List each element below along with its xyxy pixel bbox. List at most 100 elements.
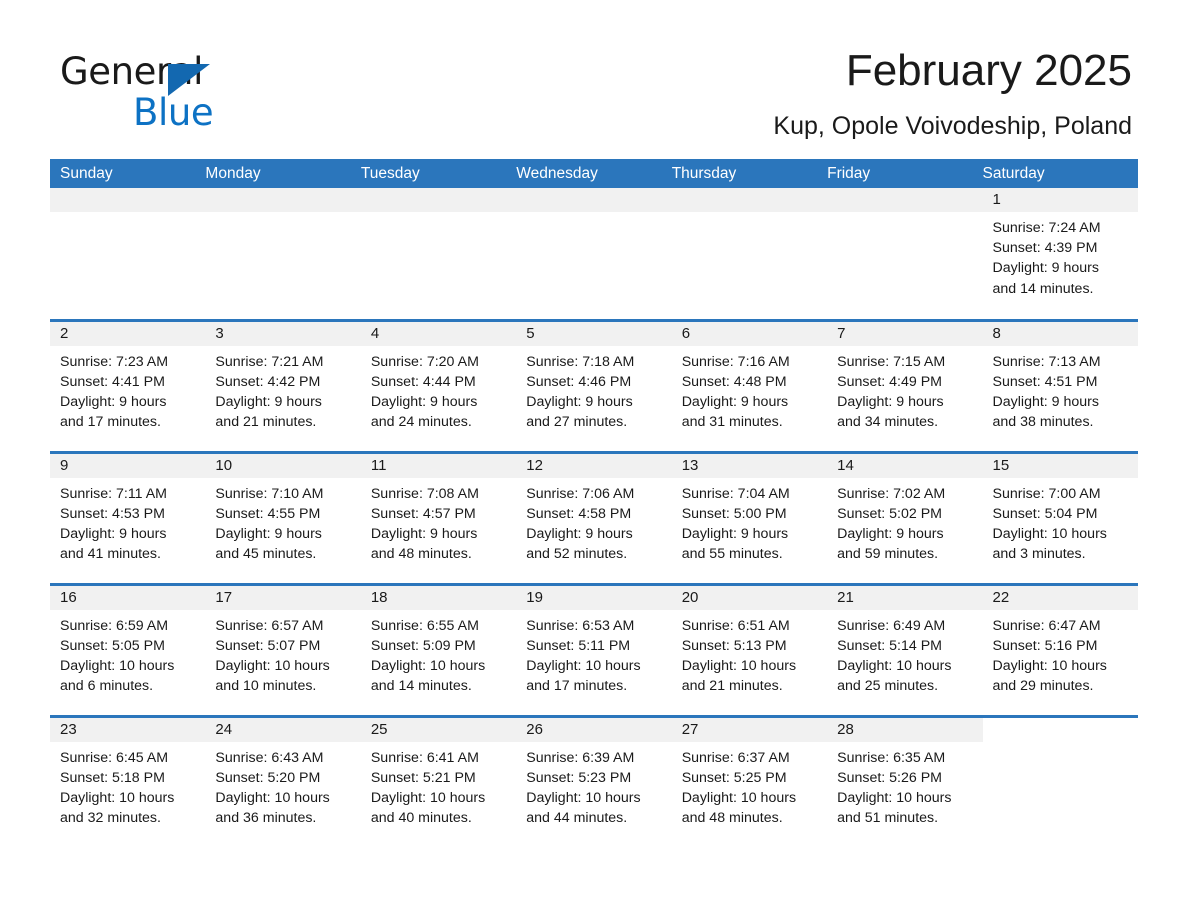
- day-cell-inner: 24 Sunrise: 6:43 AM Sunset: 5:20 PM Dayligh…: [205, 717, 361, 852]
- weekday-header-friday: Friday: [827, 159, 983, 188]
- day-number: 3: [205, 321, 361, 346]
- day-cell-inner: 3 Sunrise: 7:21 AM Sunset: 4:42 PM Daylight…: [205, 321, 361, 451]
- daylight-text-2: Daylight: 9 hours: [60, 393, 167, 410]
- daylight-text-2: Daylight: 9 hours: [215, 393, 322, 410]
- day-number: 4: [360, 321, 517, 346]
- calendar-day-cell[interactable]: 24 Sunrise: 6:43 AM Sunset: 5:20 PM Dayligh…: [205, 714, 361, 852]
- calendar-day-cell[interactable]: 10 Sunrise: 7:10 AM Sunset: 4:55 PM Dayligh…: [205, 450, 361, 584]
- day-cell-inner: 9 Sunrise: 7:11 AM Sunset: 4:53 PM Daylight…: [50, 453, 206, 583]
- calendar-day-cell[interactable]: 14 Sunrise: 7:02 AM Sunset: 5:02 PM Dayligh…: [827, 450, 983, 584]
- calendar-day-cell[interactable]: 5 Sunrise: 7:18 AM Sunset: 4:46 PM Daylight…: [516, 318, 672, 452]
- day-details: Sunrise: 7:23 AM Sunset: 4:41 PM Daylight:…: [50, 346, 205, 433]
- sunrise-text: Sunrise: 6:39 AM: [526, 749, 635, 766]
- calendar-day-cell[interactable]: 28 Sunrise: 6:35 AM Sunset: 5:26 PM Dayligh…: [827, 714, 983, 851]
- sunset-text: Sunset: 5:23 PM: [526, 769, 632, 786]
- day-number: 11: [360, 453, 517, 478]
- day-details: Sunrise: 7:08 AM Sunset: 4:57 PM Daylight:…: [361, 478, 516, 565]
- daylight-text-3: and 14 minutes.: [992, 280, 1094, 297]
- day-cell-inner: 19 Sunrise: 6:53 AM Sunset: 5:11 PM Dayligh…: [516, 585, 672, 715]
- calendar-day-cell[interactable]: 15 Sunrise: 7:00 AM Sunset: 5:04 PM Dayligh…: [982, 450, 1138, 584]
- calendar-page: General Blue February 2025 Kup, Opole Vo…: [0, 0, 1188, 918]
- daylight-text-2: Daylight: 10 hours: [526, 789, 641, 806]
- day-number: 24: [205, 717, 361, 742]
- calendar-day-cell[interactable]: 27 Sunrise: 6:37 AM Sunset: 5:25 PM Dayligh…: [671, 714, 828, 851]
- calendar-week-row: 9 Sunrise: 7:11 AM Sunset: 4:53 PM Daylight…: [50, 450, 1138, 584]
- page-title: February 2025: [845, 46, 1132, 95]
- calendar-day-cell[interactable]: 8 Sunrise: 7:13 AM Sunset: 4:51 PM Daylight…: [982, 318, 1138, 452]
- day-number: 2: [50, 321, 206, 346]
- day-details: Sunrise: 6:53 AM Sunset: 5:11 PM Daylight:…: [516, 610, 671, 697]
- calendar-day-cell[interactable]: 9 Sunrise: 7:11 AM Sunset: 4:53 PM Daylight…: [50, 450, 206, 584]
- day-number: [983, 718, 1138, 742]
- day-details: Sunrise: 6:59 AM Sunset: 5:05 PM Daylight:…: [50, 610, 205, 697]
- day-cell-inner: 17 Sunrise: 6:57 AM Sunset: 5:07 PM Dayligh…: [205, 585, 361, 715]
- calendar-day-cell[interactable]: 16 Sunrise: 6:59 AM Sunset: 5:05 PM Dayligh…: [50, 582, 206, 716]
- sunset-text: Sunset: 5:26 PM: [837, 769, 942, 786]
- general-blue-logo[interactable]: General Blue: [60, 52, 310, 134]
- daylight-text-3: and 21 minutes.: [681, 678, 783, 695]
- sunset-text: Sunset: 4:58 PM: [526, 505, 632, 522]
- logo-text-top: General: [60, 52, 310, 96]
- daylight-text-3: and 59 minutes.: [837, 546, 939, 563]
- day-cell-inner: [205, 188, 361, 319]
- calendar-day-cell[interactable]: 12 Sunrise: 7:06 AM Sunset: 4:58 PM Dayligh…: [516, 450, 672, 584]
- daylight-text-2: Daylight: 9 hours: [215, 525, 322, 542]
- sunset-text: Sunset: 4:44 PM: [370, 373, 476, 390]
- daylight-text-2: Daylight: 9 hours: [681, 525, 789, 542]
- sunrise-text: Sunrise: 7:15 AM: [837, 353, 946, 370]
- daylight-text-2: Daylight: 9 hours: [992, 260, 1099, 277]
- daylight-text-2: Daylight: 9 hours: [992, 393, 1099, 410]
- day-number: 8: [982, 321, 1138, 346]
- sunrise-text: Sunrise: 7:13 AM: [992, 353, 1101, 370]
- calendar-day-cell[interactable]: 1 Sunrise: 7:24 AM Sunset: 4:39 PM Daylight…: [982, 188, 1138, 320]
- calendar-day-cell[interactable]: 26 Sunrise: 6:39 AM Sunset: 5:23 PM Dayligh…: [516, 714, 672, 851]
- calendar-day-cell[interactable]: 18 Sunrise: 6:55 AM Sunset: 5:09 PM Dayligh…: [360, 582, 517, 716]
- daylight-text-2: Daylight: 10 hours: [60, 789, 175, 806]
- calendar-day-cell[interactable]: 2 Sunrise: 7:23 AM Sunset: 4:41 PM Daylight…: [50, 318, 206, 452]
- sunrise-text: Sunrise: 7:16 AM: [681, 353, 790, 370]
- calendar-empty-cell: [50, 188, 206, 320]
- day-details: Sunrise: 7:20 AM Sunset: 4:44 PM Daylight:…: [361, 346, 516, 433]
- calendar-day-cell[interactable]: 6 Sunrise: 7:16 AM Sunset: 4:48 PM Daylight…: [671, 318, 828, 452]
- calendar-empty-cell: [360, 188, 517, 320]
- sunrise-text: Sunrise: 6:43 AM: [215, 749, 324, 766]
- day-details: Sunrise: 7:06 AM Sunset: 4:58 PM Daylight:…: [516, 478, 671, 565]
- day-number: 13: [671, 453, 828, 478]
- day-cell-inner: 23 Sunrise: 6:45 AM Sunset: 5:18 PM Dayligh…: [50, 717, 206, 852]
- page-header: General Blue February 2025 Kup, Opole Vo…: [50, 44, 1138, 154]
- sunset-text: Sunset: 5:00 PM: [681, 505, 787, 522]
- sunset-text: Sunset: 5:04 PM: [992, 505, 1098, 522]
- day-number: 5: [516, 321, 672, 346]
- daylight-text-2: Daylight: 10 hours: [681, 657, 797, 674]
- calendar-day-cell[interactable]: 3 Sunrise: 7:21 AM Sunset: 4:42 PM Daylight…: [205, 318, 361, 452]
- calendar-week-row: 1 Sunrise: 7:24 AM Sunset: 4:39 PM Daylight…: [50, 188, 1138, 320]
- calendar-day-cell[interactable]: 13 Sunrise: 7:04 AM Sunset: 5:00 PM Dayligh…: [671, 450, 828, 584]
- day-cell-inner: 13 Sunrise: 7:04 AM Sunset: 5:00 PM Dayligh…: [671, 453, 828, 583]
- sunset-text: Sunset: 4:39 PM: [992, 240, 1098, 257]
- calendar-day-cell[interactable]: 19 Sunrise: 6:53 AM Sunset: 5:11 PM Dayligh…: [516, 582, 672, 716]
- calendar-day-cell[interactable]: 22 Sunrise: 6:47 AM Sunset: 5:16 PM Dayligh…: [982, 582, 1138, 716]
- daylight-text-2: Daylight: 10 hours: [837, 789, 952, 806]
- day-number: 20: [671, 585, 828, 610]
- sunrise-text: Sunrise: 7:02 AM: [837, 485, 946, 502]
- calendar-day-cell[interactable]: 7 Sunrise: 7:15 AM Sunset: 4:49 PM Daylight…: [827, 318, 983, 452]
- logo-triangle-icon: [168, 64, 210, 96]
- calendar-day-cell[interactable]: 4 Sunrise: 7:20 AM Sunset: 4:44 PM Daylight…: [360, 318, 517, 452]
- calendar-day-cell[interactable]: 11 Sunrise: 7:08 AM Sunset: 4:57 PM Dayligh…: [360, 450, 517, 584]
- calendar-day-cell[interactable]: 25 Sunrise: 6:41 AM Sunset: 5:21 PM Dayligh…: [360, 714, 517, 851]
- daylight-text-3: and 25 minutes.: [837, 678, 939, 695]
- calendar-week-row: 23 Sunrise: 6:45 AM Sunset: 5:18 PM Dayligh…: [50, 714, 1138, 852]
- daylight-text-3: and 51 minutes.: [837, 810, 939, 827]
- calendar-day-cell[interactable]: 17 Sunrise: 6:57 AM Sunset: 5:07 PM Dayligh…: [205, 582, 361, 716]
- day-details: Sunrise: 7:11 AM Sunset: 4:53 PM Daylight:…: [50, 478, 205, 565]
- sunrise-text: Sunrise: 6:59 AM: [60, 617, 169, 634]
- calendar-day-cell[interactable]: 21 Sunrise: 6:49 AM Sunset: 5:14 PM Dayligh…: [827, 582, 983, 716]
- calendar-empty-cell: [671, 188, 828, 320]
- day-cell-inner: [50, 188, 206, 319]
- day-cell-inner: 7 Sunrise: 7:15 AM Sunset: 4:49 PM Daylight…: [827, 321, 983, 451]
- calendar-empty-cell: [982, 714, 1138, 851]
- daylight-text-2: Daylight: 9 hours: [526, 393, 633, 410]
- calendar-day-cell[interactable]: 20 Sunrise: 6:51 AM Sunset: 5:13 PM Dayligh…: [671, 582, 828, 716]
- calendar-day-cell[interactable]: 23 Sunrise: 6:45 AM Sunset: 5:18 PM Dayligh…: [50, 714, 206, 852]
- day-number: 12: [516, 453, 672, 478]
